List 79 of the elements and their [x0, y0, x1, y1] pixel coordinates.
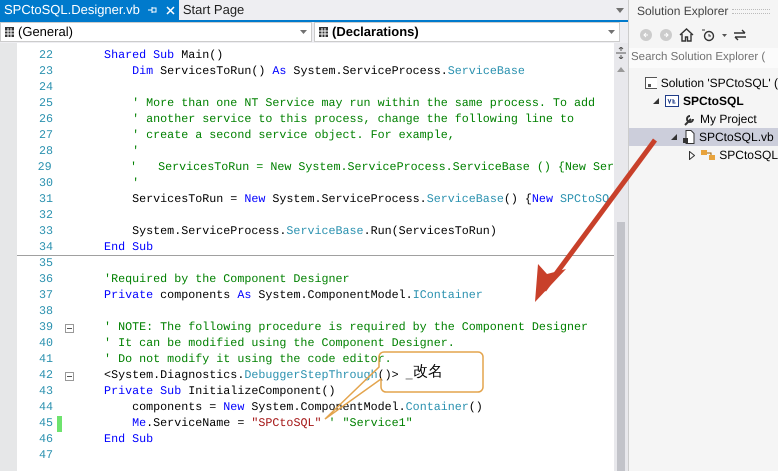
code-line: ' More than one NT Service may run within the same process. To add [131, 95, 596, 112]
line-number: 22 [38, 47, 54, 64]
collapsed-icon[interactable] [688, 150, 695, 160]
tree-item[interactable]: My Project [629, 110, 778, 128]
line-number: 38 [38, 303, 54, 320]
code-line: ' create a second service object. For example, [131, 127, 455, 144]
line-number: 42 [38, 367, 54, 384]
line-number: 36 [38, 271, 54, 288]
line-number: 46 [38, 431, 54, 448]
expanded-icon[interactable] [671, 134, 677, 140]
declarations-dropdown[interactable]: (Declarations) [314, 22, 620, 42]
collapse-icon[interactable] [64, 372, 74, 380]
code-line: End Sub [103, 431, 154, 448]
line-number: 33 [38, 223, 54, 240]
home-icon[interactable] [679, 28, 694, 42]
callout-text: 改名 [413, 364, 443, 379]
split-icon [616, 47, 626, 59]
class-icon [700, 149, 716, 161]
code-line: Private Sub InitializeComponent() [103, 383, 336, 400]
code-line: ' [131, 175, 140, 192]
tree-item[interactable]: SPCtoSQL [629, 92, 778, 110]
line-number: 27 [38, 127, 54, 144]
line-number: 23 [38, 63, 54, 80]
line-number: 47 [38, 447, 54, 464]
wrench-icon [683, 112, 696, 126]
close-icon[interactable] [166, 6, 175, 14]
line-number: 37 [38, 287, 54, 304]
code-line: Private components As System.ComponentModel.IContainer [103, 287, 483, 304]
code-line: Shared Sub Main() [103, 47, 224, 64]
vb-project-icon [665, 95, 679, 107]
grid-icon [5, 27, 14, 37]
line-number: 44 [38, 399, 54, 416]
line-number: 26 [38, 111, 54, 128]
code-line: ServicesToRun = New System.ServiceProcess.ServiceBase() {New SPCtoSQ [131, 191, 610, 208]
line-number: 31 [38, 191, 54, 208]
code-line: ' another service to this process, change the following line to [131, 111, 574, 128]
tree-item[interactable]: Solution 'SPCtoSQL' ( [629, 74, 778, 92]
line-number: 34 [38, 238, 54, 256]
line-number: 32 [38, 207, 54, 224]
line-number: 35 [38, 255, 54, 272]
file-icon [683, 130, 695, 144]
line-number: 43 [38, 383, 54, 400]
code-line: End Sub [103, 238, 154, 256]
editor-tab[interactable]: Start Page [178, 0, 248, 20]
grid-icon [319, 27, 328, 37]
code-line: ' NOTE: The following procedure is required by the Component Designer [103, 319, 588, 336]
code-line: ' [131, 143, 140, 160]
line-number: 28 [38, 143, 54, 160]
scroll-thumb[interactable] [617, 222, 625, 471]
code-line: System.ServiceProcess.ServiceBase.Run(ServicesToRun) [131, 223, 497, 240]
expanded-icon[interactable] [653, 98, 659, 104]
line-number: 41 [38, 351, 54, 368]
caret-icon [608, 30, 615, 34]
code-line: ' It can be modified using the Component Designer. [103, 335, 455, 352]
code-line: Me.ServiceName = "SPCtoSQL" ' "Service1" [131, 415, 413, 432]
caret-icon[interactable] [722, 34, 727, 36]
caret-icon [300, 30, 307, 34]
line-number: 39 [38, 319, 54, 336]
line-number: 29 [36, 159, 53, 176]
sync-icon[interactable] [733, 29, 747, 41]
line-number: 40 [38, 335, 54, 352]
caret-icon[interactable] [616, 8, 624, 12]
panel-title: Solution Explorer [637, 3, 728, 20]
line-number: 30 [38, 175, 54, 192]
member-dropdown[interactable]: (General) [0, 22, 312, 42]
line-number: 45 [38, 415, 54, 432]
solution-icon [645, 77, 657, 89]
code-line: 'Required by the Component Designer [103, 271, 350, 288]
line-number: 24 [38, 79, 54, 96]
tree-item[interactable]: SPCtoSQL [629, 146, 778, 164]
code-line: Dim ServicesToRun() As System.ServiceProcess.ServiceBase [131, 63, 525, 80]
line-number: 25 [38, 95, 54, 112]
collapse-icon[interactable] [64, 324, 74, 332]
tree-item[interactable]: SPCtoSQL.vb [629, 128, 778, 146]
editor-tab[interactable]: SPCtoSQL.Designer.vb [0, 0, 179, 20]
code-line: ' ServicesToRun = New System.ServiceProcess.ServiceBase () {New Ser [129, 159, 614, 176]
pin-icon[interactable] [148, 6, 158, 14]
search-field[interactable]: Search Solution Explorer ( [629, 48, 778, 68]
clock-icon[interactable] [700, 28, 716, 42]
